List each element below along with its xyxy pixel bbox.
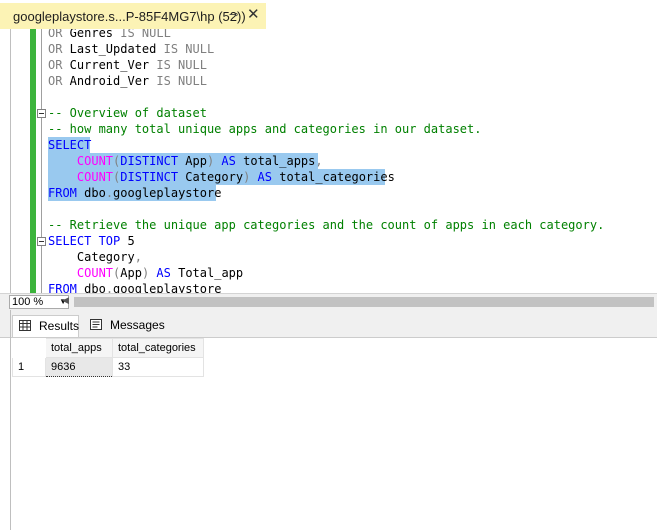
outline-guide bbox=[41, 29, 42, 293]
code-token: FROM bbox=[48, 186, 77, 200]
scroll-left-icon[interactable]: ◀ bbox=[62, 295, 69, 306]
cell-total-categories[interactable]: 33 bbox=[112, 357, 204, 377]
code-token: total_apps bbox=[235, 154, 316, 168]
code-line[interactable]: COUNT(DISTINCT App) AS total_apps, bbox=[48, 153, 323, 169]
query-tab-title: googleplaystore.s...P-85F4MG7\hp (52)) bbox=[13, 9, 246, 24]
code-line[interactable]: COUNT(App) AS Total_app bbox=[48, 265, 243, 281]
code-token: -- Retrieve the unique app categories an… bbox=[48, 218, 605, 232]
code-line[interactable]: FROM dbo.googleplaystore bbox=[48, 281, 221, 293]
zoom-bar: 100 % ▼ ◀ bbox=[0, 293, 657, 310]
code-line[interactable]: SELECT bbox=[48, 137, 91, 153]
code-token: Category bbox=[178, 170, 244, 184]
column-header-total-categories[interactable]: total_categories bbox=[112, 338, 204, 358]
code-token: Category bbox=[48, 250, 135, 264]
tab-messages[interactable]: Messages bbox=[84, 315, 165, 337]
horizontal-scrollbar[interactable] bbox=[74, 297, 654, 307]
code-token: COUNT bbox=[48, 154, 114, 168]
code-token: total_categories bbox=[272, 170, 395, 184]
code-token: TOP bbox=[91, 234, 121, 248]
code-token: SELECT bbox=[48, 234, 92, 248]
editor-left-gutter bbox=[10, 29, 11, 293]
code-token: dbo bbox=[76, 186, 106, 200]
code-token: COUNT bbox=[48, 170, 114, 184]
code-token: IS NULL bbox=[120, 29, 171, 40]
code-token: . bbox=[105, 282, 114, 293]
code-line[interactable]: -- Overview of dataset bbox=[48, 105, 207, 121]
code-token: googleplaystore bbox=[113, 186, 222, 200]
query-editor[interactable]: OR Genres IS NULL OR Last_Updated IS NULL… bbox=[0, 29, 657, 293]
collapse-icon[interactable] bbox=[37, 237, 46, 246]
code-token: AS bbox=[149, 266, 171, 280]
code-token: Total_app bbox=[170, 266, 244, 280]
code-token: 5 bbox=[120, 234, 135, 248]
corner-cell bbox=[12, 338, 46, 358]
code-token: IS NULL bbox=[156, 58, 207, 72]
document-tab-bar: googleplaystore.s...P-85F4MG7\hp (52)) ⊸… bbox=[0, 0, 657, 29]
code-line[interactable]: Category, bbox=[48, 249, 142, 265]
column-header-total-apps[interactable]: total_apps bbox=[45, 338, 113, 358]
results-table: total_apps total_categories 1 9636 33 bbox=[12, 338, 204, 377]
code-token: DISTINCT bbox=[120, 170, 179, 184]
code-token: googleplaystore bbox=[113, 282, 222, 293]
code-token: Genres bbox=[62, 29, 121, 40]
row-number[interactable]: 1 bbox=[12, 357, 46, 377]
query-tab[interactable]: googleplaystore.s...P-85F4MG7\hp (52)) ⊸… bbox=[0, 3, 266, 29]
results-left-border bbox=[10, 310, 11, 530]
code-token: -- how many total unique apps and catego… bbox=[48, 122, 482, 136]
code-line[interactable]: OR Genres IS NULL bbox=[48, 29, 171, 41]
code-token: App bbox=[120, 266, 142, 280]
code-token: SELECT bbox=[48, 138, 92, 152]
code-token: OR bbox=[48, 29, 63, 40]
code-line[interactable]: FROM dbo.googleplaystore bbox=[48, 185, 221, 201]
close-tab-icon[interactable]: ✕ bbox=[247, 5, 260, 23]
cell-total-apps[interactable]: 9636 bbox=[45, 357, 113, 377]
tab-messages-label: Messages bbox=[110, 318, 165, 332]
code-line[interactable]: -- how many total unique apps and catego… bbox=[48, 121, 481, 137]
table-row: 1 9636 33 bbox=[12, 357, 204, 377]
tab-results[interactable]: Results bbox=[12, 315, 79, 337]
code-line[interactable]: OR Android_Ver IS NULL bbox=[48, 73, 207, 89]
code-line[interactable]: OR Current_Ver IS NULL bbox=[48, 57, 207, 73]
code-token: OR bbox=[48, 74, 63, 88]
code-token: COUNT bbox=[48, 266, 114, 280]
code-token: , bbox=[315, 154, 323, 168]
code-token: , bbox=[134, 250, 142, 264]
results-tab-strip: Results Messages bbox=[0, 310, 657, 338]
code-token: IS NULL bbox=[156, 74, 207, 88]
code-token: OR bbox=[48, 42, 63, 56]
code-token: AS bbox=[214, 154, 236, 168]
code-token: Last_Updated bbox=[62, 42, 164, 56]
code-line[interactable]: OR Last_Updated IS NULL bbox=[48, 41, 214, 57]
code-token: DISTINCT bbox=[120, 154, 179, 168]
code-token: . bbox=[105, 186, 114, 200]
results-grid[interactable]: total_apps total_categories 1 9636 33 bbox=[12, 338, 657, 530]
code-line[interactable]: -- Retrieve the unique app categories an… bbox=[48, 217, 604, 233]
pin-icon[interactable]: ⊸ bbox=[229, 8, 238, 21]
grid-icon bbox=[19, 320, 31, 331]
code-token: dbo bbox=[76, 282, 106, 293]
messages-icon bbox=[90, 319, 102, 330]
code-line[interactable]: COUNT(DISTINCT Category) AS total_catego… bbox=[48, 169, 395, 185]
change-tracking-bar bbox=[30, 29, 36, 293]
code-line[interactable]: SELECT TOP 5 bbox=[48, 233, 135, 249]
code-token: FROM bbox=[48, 282, 77, 293]
zoom-select[interactable]: 100 % ▼ bbox=[9, 295, 69, 309]
code-token: AS bbox=[250, 170, 273, 184]
code-token: App bbox=[178, 154, 207, 168]
code-token: Android_Ver bbox=[62, 74, 157, 88]
code-token: -- Overview of dataset bbox=[48, 106, 207, 120]
code-token: OR bbox=[48, 58, 63, 72]
code-token: IS NULL bbox=[163, 42, 215, 56]
header-row: total_apps total_categories bbox=[12, 338, 204, 358]
code-token: Current_Ver bbox=[62, 58, 157, 72]
collapse-icon[interactable] bbox=[37, 109, 46, 118]
tab-results-label: Results bbox=[39, 319, 80, 333]
zoom-value: 100 % bbox=[12, 296, 44, 308]
